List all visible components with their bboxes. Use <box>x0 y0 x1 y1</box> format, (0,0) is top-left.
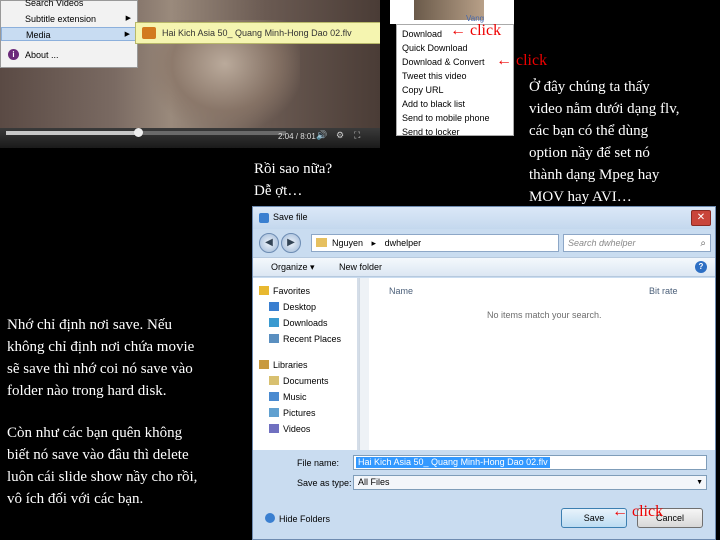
time-display: 2:04 / 8:01 <box>278 132 316 141</box>
related-thumbnails: Vang <box>390 0 514 24</box>
submenu-arrow-icon: ▶ <box>124 31 130 38</box>
help-icon[interactable]: ? <box>695 261 707 273</box>
column-header-name[interactable]: Name <box>389 286 413 296</box>
hide-folders-toggle[interactable]: Hide Folders <box>265 513 330 524</box>
video-player[interactable]: 2:04 / 8:01 🔊 ⚙ ⛶ Search Videos Subtitle… <box>0 0 380 148</box>
nav-scrollbar[interactable] <box>359 278 369 450</box>
save-form: File name: Hai Kich Asia 50_ Quang Minh-… <box>253 450 715 539</box>
left-annotation-forget: Còn như các bạn quên không biết nó save v… <box>7 425 198 507</box>
context-menu: Search Videos Subtitle extension ▶ Media ▶… <box>0 0 138 68</box>
star-icon <box>259 286 269 295</box>
download-menu-item[interactable]: Copy URL <box>402 84 444 97</box>
nav-item[interactable]: Videos <box>269 422 310 436</box>
recent-places-icon <box>269 334 279 343</box>
nav-item[interactable]: Documents <box>269 374 329 388</box>
nav-item[interactable]: Desktop <box>269 300 316 314</box>
videos-icon <box>269 424 279 433</box>
new-folder-button[interactable]: New folder <box>339 262 382 272</box>
fullscreen-icon[interactable]: ⛶ <box>354 130 360 141</box>
downloads-icon <box>269 318 279 327</box>
flv-file-icon <box>142 27 156 39</box>
music-icon <box>269 392 279 401</box>
submenu-arrow-icon: ▶ <box>125 15 131 22</box>
file-name-input[interactable]: Hai Kich Asia 50_ Quang Minh-Hong Dao 02… <box>353 455 707 470</box>
dialog-title: Save file <box>273 212 308 222</box>
file-list: Name Bit rate No items match your search… <box>369 278 715 450</box>
download-menu-item[interactable]: Send to locker <box>402 126 460 139</box>
click-annotation: ← click <box>450 22 502 39</box>
desktop-icon <box>269 302 279 311</box>
menu-item-media[interactable]: Media ▶ <box>1 27 137 41</box>
volume-icon[interactable]: 🔊 <box>316 130 327 141</box>
menu-item-search-videos[interactable]: Search Videos <box>1 0 137 10</box>
nav-item[interactable]: Libraries <box>259 358 308 372</box>
forward-button[interactable]: ▶ <box>281 233 301 253</box>
folder-icon <box>316 238 327 247</box>
column-header-bitrate[interactable]: Bit rate <box>649 286 678 296</box>
nav-item[interactable]: Recent Places <box>269 332 341 346</box>
pictures-icon <box>269 408 279 417</box>
navigation-pane: Favorites Desktop Downloads Recent Places Li… <box>253 278 357 450</box>
middle-annotation: Rồi sao nữa? Dễ ợt… <box>254 161 333 199</box>
back-button[interactable]: ◀ <box>259 233 279 253</box>
settings-icon[interactable]: ⚙ <box>336 130 344 141</box>
click-annotation: ← click <box>612 503 664 520</box>
right-annotation: Ở đây chúng ta thấy video nằm dưới dạng f… <box>529 79 680 205</box>
download-menu: Download Quick Download Download & Conve… <box>396 24 514 139</box>
libraries-icon <box>259 360 269 369</box>
click-annotation: ← click <box>496 52 548 69</box>
download-menu-item[interactable]: Send to mobile phone <box>402 112 490 125</box>
dialog-toolbar: Organize ▾ New folder ? <box>253 257 715 277</box>
documents-icon <box>269 376 279 385</box>
file-name-label: File name: <box>297 458 340 468</box>
download-menu-item[interactable]: Download <box>402 28 442 41</box>
chevron-down-icon: ▼ <box>696 479 703 486</box>
download-menu-item[interactable]: Quick Download <box>402 42 468 55</box>
progress-bar[interactable] <box>6 128 286 137</box>
save-type-label: Save as type: <box>297 478 352 488</box>
left-annotation-save-location: Nhớ chỉ định nơi save. Nếu không chỉ định… <box>7 317 195 399</box>
nav-item[interactable]: Pictures <box>269 406 316 420</box>
breadcrumb[interactable]: Nguyen ▸ dwhelper <box>311 234 559 252</box>
breadcrumb-item[interactable]: Nguyen <box>332 235 363 251</box>
search-icon: ⌕ <box>700 238 706 249</box>
close-icon[interactable]: ✕ <box>691 210 711 226</box>
breadcrumb-separator: ▸ <box>371 238 377 248</box>
download-menu-item[interactable]: Download & Convert <box>402 56 485 69</box>
organize-button[interactable]: Organize ▾ <box>271 262 315 273</box>
media-file-item[interactable]: Hai Kich Asia 50_ Quang Minh-Hong Dao 02… <box>135 22 380 44</box>
empty-message: No items match your search. <box>487 310 602 320</box>
save-file-dialog: Save file ✕ ◀ ▶ Nguyen ▸ dwhelper Search… <box>252 206 716 540</box>
nav-item[interactable]: Downloads <box>269 316 328 330</box>
menu-item-subtitle-extension[interactable]: Subtitle extension ▶ <box>1 12 137 26</box>
menu-item-about[interactable]: About ... <box>1 48 137 62</box>
progress-knob[interactable] <box>133 128 143 137</box>
progress-fill <box>6 131 138 135</box>
app-icon <box>259 213 269 223</box>
collapse-icon <box>265 513 275 523</box>
search-input[interactable]: Search dwhelper ⌕ <box>563 234 711 252</box>
dialog-titlebar[interactable]: Save file ✕ <box>253 207 715 229</box>
nav-item[interactable]: Favorites <box>259 284 310 298</box>
download-menu-item[interactable]: Tweet this video <box>402 70 467 83</box>
nav-item[interactable]: Music <box>269 390 307 404</box>
breadcrumb-item[interactable]: dwhelper <box>385 235 422 251</box>
save-type-select[interactable]: All Files ▼ <box>353 475 707 490</box>
address-row: ◀ ▶ Nguyen ▸ dwhelper Search dwhelper ⌕ <box>253 229 715 257</box>
download-menu-item[interactable]: Add to black list <box>402 98 465 111</box>
